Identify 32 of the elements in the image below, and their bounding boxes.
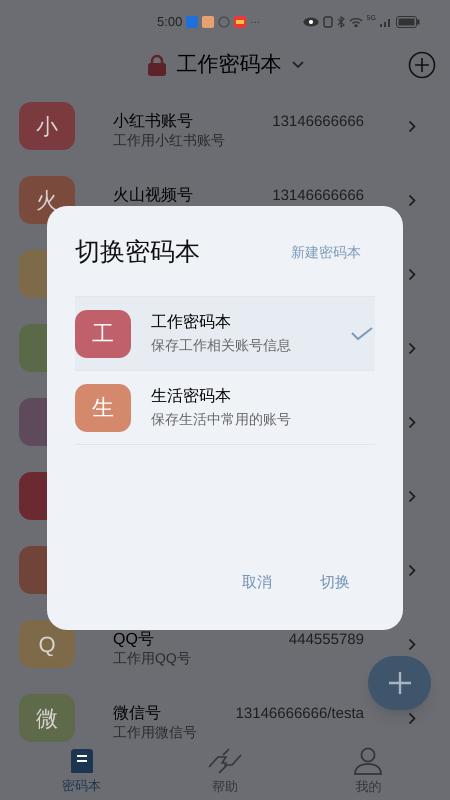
avatar-letter: 小: [36, 112, 58, 140]
nav-tab[interactable]: 帮助: [184, 747, 265, 797]
more-notifications: ···: [250, 16, 260, 30]
notebook-title[interactable]: 工作密码本: [176, 49, 282, 81]
account-subtitle: 工作用小红书账号: [113, 131, 226, 149]
notebook-name: 生活密码本: [151, 386, 232, 407]
nav-tab[interactable]: 我的: [328, 747, 408, 797]
avatar-letter: 火: [36, 186, 58, 214]
account-value: 13146666666: [272, 187, 365, 205]
new-notebook-button[interactable]: 新建密码本: [291, 242, 375, 263]
account-title: 微信号: [113, 705, 161, 723]
account-subtitle: 工作用QQ号: [113, 649, 192, 667]
notebook-avatar: 生: [75, 384, 131, 432]
notebook-option[interactable]: 工 工作密码本 保存工作相关账号信息: [75, 297, 375, 371]
account-title: 火山视频号: [113, 187, 193, 205]
notebook-description: 保存工作相关账号信息: [151, 336, 292, 355]
account-subtitle: 工作用微信号: [113, 723, 198, 741]
account-value: 13146666666: [272, 113, 365, 131]
account-value: 13146666666/testa: [236, 705, 365, 723]
nav-tab[interactable]: 密码本: [42, 748, 122, 796]
notebook-avatar: 工: [75, 310, 131, 358]
avatar-letter: 微: [36, 704, 58, 732]
notebook-description: 保存生活中常用的账号: [151, 410, 292, 429]
switch-button[interactable]: 切换: [316, 568, 354, 598]
dialog-title: 切换密码本: [75, 236, 200, 268]
status-time: 5:00: [157, 13, 182, 32]
account-title: QQ号: [113, 631, 154, 649]
notebook-name: 工作密码本: [151, 312, 232, 333]
avatar-letter: Q: [38, 630, 56, 658]
cancel-button[interactable]: 取消: [238, 568, 276, 598]
account-title: 小红书账号: [113, 113, 193, 131]
account-value: 444555789: [288, 631, 365, 649]
